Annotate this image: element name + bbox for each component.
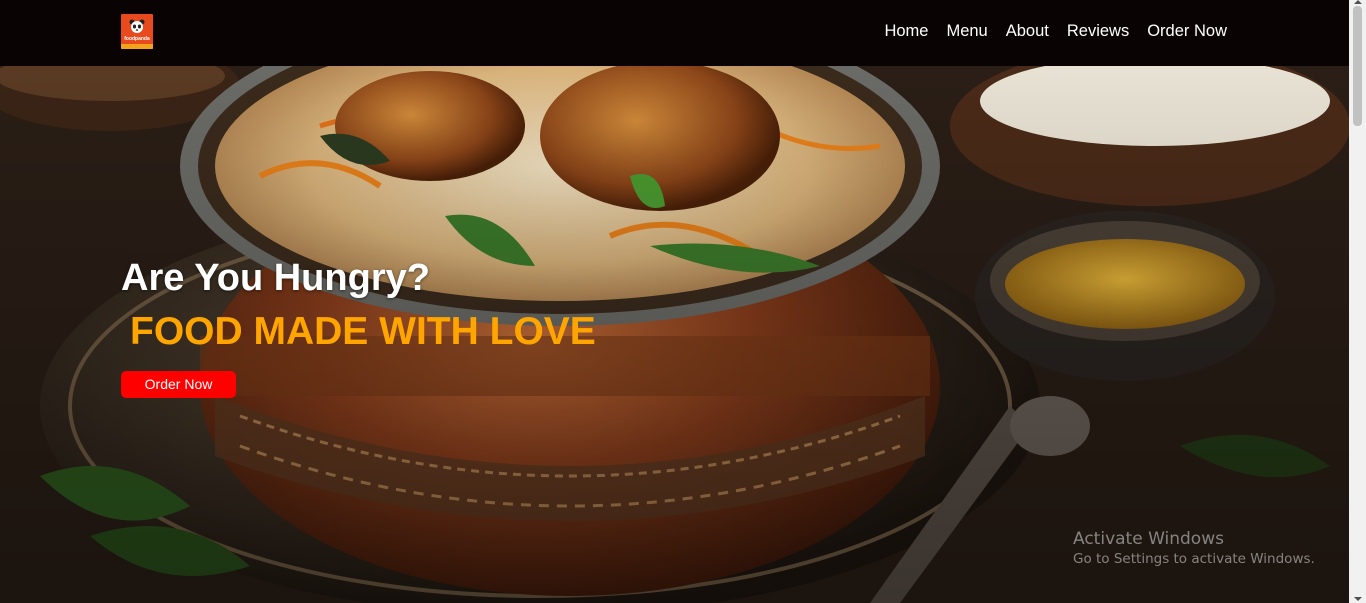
foodpanda-logo[interactable]: foodpanda: [121, 14, 153, 49]
page: foodpanda Home Menu About Reviews Order …: [0, 0, 1366, 603]
scroll-up-arrow-icon[interactable]: [1354, 0, 1362, 4]
nav-menu[interactable]: Menu: [946, 21, 987, 41]
order-now-button[interactable]: Order Now: [121, 371, 236, 398]
watermark-title: Activate Windows: [1073, 529, 1224, 549]
activate-windows-watermark: Activate Windows Go to Settings to activ…: [1073, 528, 1315, 568]
watermark-subtitle: Go to Settings to activate Windows.: [1073, 551, 1315, 567]
hero-title: Are You Hungry?: [121, 257, 430, 299]
nav-home[interactable]: Home: [884, 21, 928, 41]
nav-about[interactable]: About: [1006, 21, 1049, 41]
logo-bar: [121, 44, 153, 49]
scrollbar-thumb[interactable]: [1353, 6, 1362, 126]
hero-subtitle: FOOD MADE WITH LOVE: [130, 310, 596, 353]
navbar: foodpanda Home Menu About Reviews Order …: [0, 0, 1349, 66]
panda-icon: [129, 19, 145, 33]
nav-links: Home Menu About Reviews Order Now: [884, 21, 1227, 41]
nav-order-now[interactable]: Order Now: [1147, 21, 1227, 41]
scroll-down-arrow-icon[interactable]: [1354, 597, 1362, 601]
vertical-scrollbar[interactable]: [1349, 0, 1366, 603]
logo-text: foodpanda: [124, 36, 150, 42]
nav-reviews[interactable]: Reviews: [1067, 21, 1129, 41]
